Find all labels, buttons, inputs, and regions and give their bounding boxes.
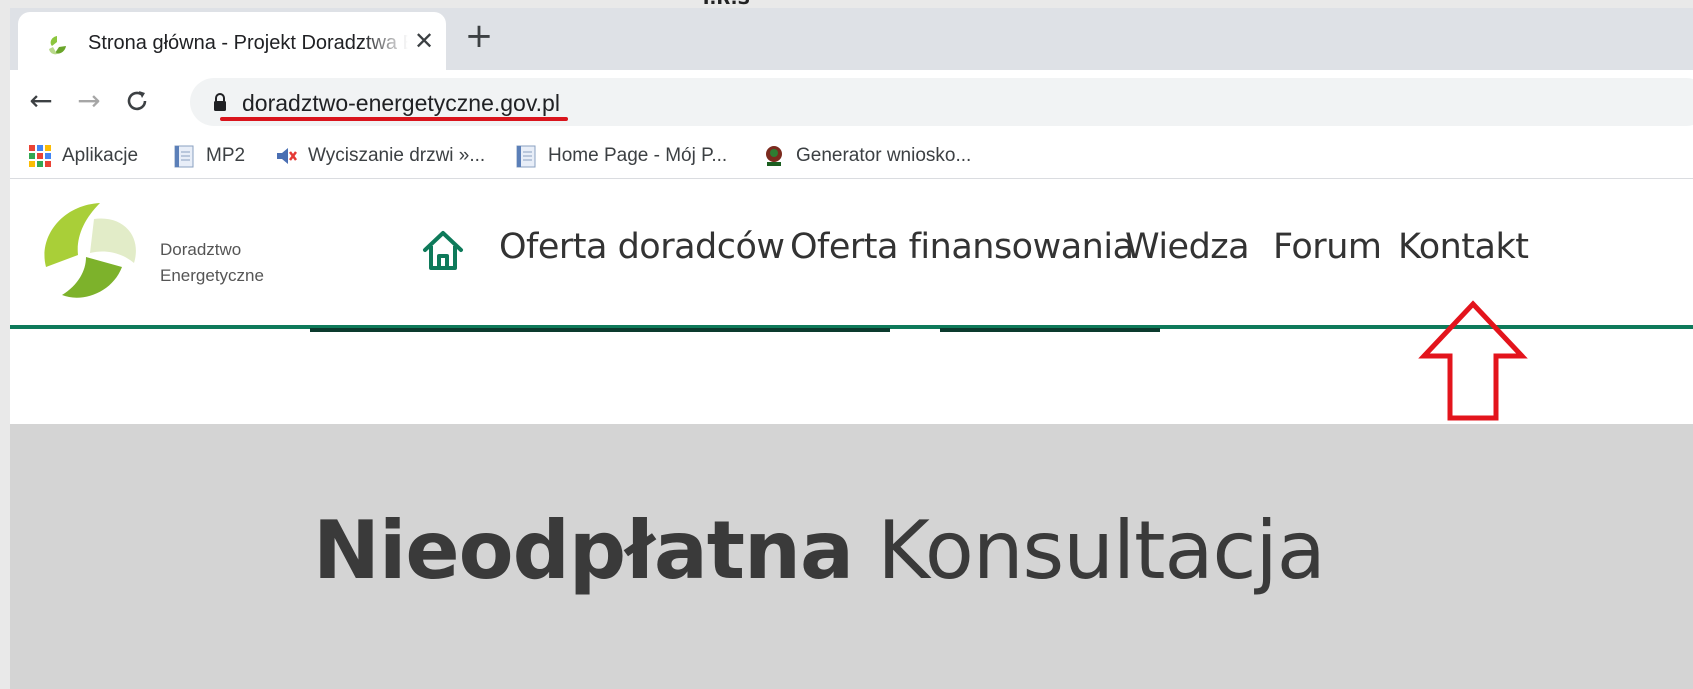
- logo-text: Doradztwo Energetyczne: [160, 237, 264, 289]
- bookmark-label: MP2: [206, 145, 246, 166]
- nav-link-wiedza[interactable]: Wiedza: [1125, 227, 1250, 267]
- forward-arrow-icon[interactable]: →: [72, 84, 106, 118]
- hero-title: Nieodpłatna Konsultacja: [313, 504, 1326, 597]
- tab-title: Strona główna - Projekt Doradztwa Energe…: [88, 32, 408, 54]
- browser-window: Strona główna - Projekt Doradztwa Energe…: [10, 8, 1693, 689]
- tab-strip: Strona główna - Projekt Doradztwa Energe…: [10, 8, 1693, 70]
- overlay-label: T.R.S: [700, 0, 750, 9]
- bookmark-home-page[interactable]: Home Page - Mój P...: [514, 134, 727, 178]
- document-icon: [516, 145, 536, 168]
- up-arrow-annotation-icon: [1418, 300, 1528, 421]
- home-icon[interactable]: [420, 227, 466, 273]
- bookmark-generator[interactable]: Generator wniosko...: [762, 134, 971, 178]
- bookmark-apps[interactable]: Aplikacje: [28, 134, 138, 178]
- bookmark-label: Generator wniosko...: [796, 145, 972, 166]
- site-logo[interactable]: [32, 197, 144, 305]
- bookmark-mp2[interactable]: MP2: [172, 134, 245, 178]
- lock-icon: [214, 93, 226, 111]
- bookmark-label: Wyciszanie drzwi »...: [308, 145, 486, 166]
- bookmark-label: Aplikacje: [62, 145, 139, 166]
- emblem-icon: [766, 146, 782, 166]
- header-divider-shadow: [310, 328, 890, 332]
- logo-text-line2: Energetyczne: [160, 266, 264, 285]
- bookmark-label: Home Page - Mój P...: [548, 145, 728, 166]
- muted-speaker-icon: [277, 148, 297, 164]
- hero-banner: Nieodpłatna Konsultacja: [10, 424, 1693, 689]
- site-favicon-icon: [49, 36, 66, 55]
- hero-title-bold: Nieodpłatna: [313, 504, 854, 597]
- header-divider-shadow: [940, 328, 1160, 332]
- nav-link-kontakt[interactable]: Kontakt: [1398, 227, 1529, 267]
- apps-grid-icon: [29, 145, 51, 167]
- new-tab-button[interactable]: +: [463, 19, 495, 53]
- logo-text-line1: Doradztwo: [160, 240, 242, 259]
- hero-title-light: Konsultacja: [877, 504, 1325, 597]
- nav-link-oferta-doradcow[interactable]: Oferta doradców: [499, 227, 785, 267]
- browser-toolbar: ← → doradztwo-energetyczne.gov.pl: [10, 70, 1693, 134]
- tab-close-icon[interactable]: ✕: [410, 27, 438, 55]
- site-header: Doradztwo Energetyczne Oferta doradców O…: [10, 179, 1693, 319]
- nav-link-forum[interactable]: Forum: [1273, 227, 1382, 267]
- reload-icon[interactable]: [120, 84, 154, 118]
- url-highlight-underline: [220, 117, 568, 121]
- nav-link-oferta-finansowania[interactable]: Oferta finansowania: [790, 227, 1134, 267]
- document-icon: [174, 145, 194, 168]
- tab-active[interactable]: Strona główna - Projekt Doradztwa Energe…: [18, 12, 446, 70]
- url-text: doradztwo-energetyczne.gov.pl: [242, 90, 560, 116]
- bookmarks-bar: Aplikacje MP2 Wyciszanie drzwi »... Home…: [10, 134, 1693, 179]
- back-arrow-icon[interactable]: ←: [24, 84, 58, 118]
- bookmark-wyciszanie[interactable]: Wyciszanie drzwi »...: [274, 134, 485, 178]
